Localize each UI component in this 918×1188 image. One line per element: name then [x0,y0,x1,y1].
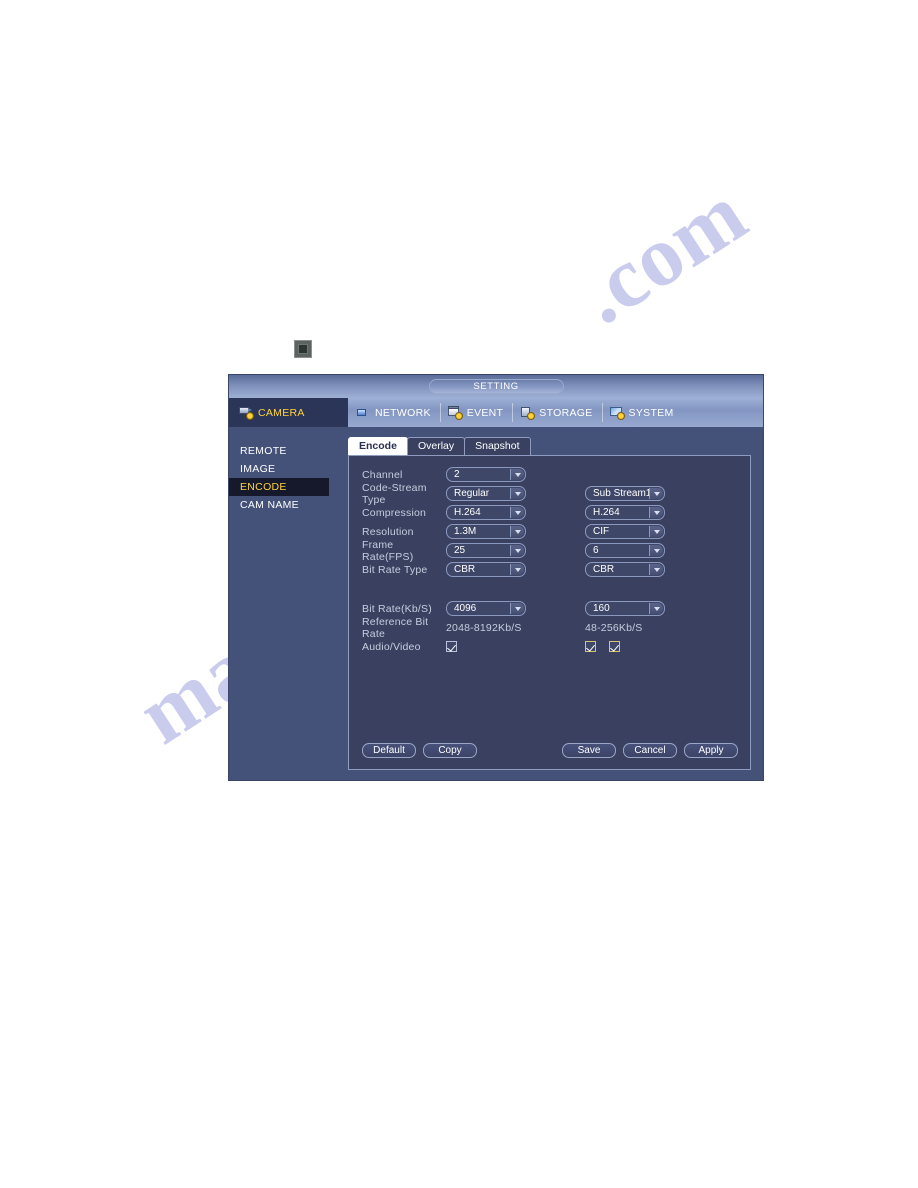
encode-panel: Channel 2 Code-Stream Type Regular Sub S… [348,455,751,770]
code-stream-type-label: Code-Stream Type [362,481,427,506]
default-button[interactable]: Default [362,743,416,758]
bit-rate-sub-select[interactable]: 160 [585,601,665,616]
resolution-sub-select[interactable]: CIF [585,524,665,539]
chevron-down-icon[interactable] [649,488,663,499]
code-stream-type-sub-select[interactable]: Sub Stream1 [585,486,665,501]
sidebar-item-remote[interactable]: REMOTE [229,442,329,460]
bit-rate-type-label: Bit Rate Type [362,563,428,576]
frame-rate-label: Frame Rate(FPS) [362,538,414,563]
compression-main-select[interactable]: H.264 [446,505,526,520]
sub-tab-strip: Encode Overlay Snapshot [348,437,753,455]
system-icon [609,406,625,420]
setting-dialog: SETTING CAMERA NETWORK EVENT STORAGE SYS… [229,375,763,780]
chevron-down-icon[interactable] [510,603,524,614]
chevron-down-icon[interactable] [510,488,524,499]
encode-form: Channel 2 Code-Stream Type Regular Sub S… [362,465,740,656]
reference-bit-rate-sub-value: 48-256Kb/S [585,621,643,634]
row-code-stream-type: Code-Stream Type Regular Sub Stream1 [362,481,740,506]
chevron-down-icon[interactable] [649,564,663,575]
bit-rate-sub-value: 160 [593,603,610,614]
chevron-down-icon[interactable] [649,545,663,556]
tab-system-label: SYSTEM [628,406,674,419]
bit-rate-type-main-select[interactable]: CBR [446,562,526,577]
tab-snapshot[interactable]: Snapshot [464,437,531,455]
camera-icon [239,406,254,420]
watermark-line-2: .com [561,164,763,343]
chevron-down-icon[interactable] [510,526,524,537]
tab-event-label: EVENT [466,406,504,419]
button-bar: Default Copy Save Cancel Apply [362,743,738,758]
bit-rate-main-select[interactable]: 4096 [446,601,526,616]
row-reference-bit-rate: Reference Bit Rate 2048-8192Kb/S 48-256K… [362,615,740,640]
chevron-down-icon[interactable] [649,603,663,614]
frame-rate-main-value: 25 [454,545,466,556]
tab-overlay[interactable]: Overlay [406,437,466,455]
channel-label: Channel [362,468,403,481]
audio-video-main-checkbox[interactable] [446,641,457,652]
tab-camera[interactable]: CAMERA [229,398,348,427]
tab-storage-label: STORAGE [539,406,593,419]
frame-rate-sub-value: 6 [593,545,599,556]
row-bit-rate-type: Bit Rate Type CBR CBR [362,560,740,579]
device-square-icon [294,340,312,358]
compression-main-value: H.264 [454,507,481,518]
tab-network-label: NETWORK [375,406,431,419]
network-icon [356,406,371,419]
bit-rate-type-sub-value: CBR [593,564,615,575]
channel-select[interactable]: 2 [446,467,526,482]
resolution-main-select[interactable]: 1.3M [446,524,526,539]
tab-encode[interactable]: Encode [348,437,408,455]
bit-rate-label: Bit Rate(Kb/S) [362,602,432,615]
code-stream-type-sub-value: Sub Stream1 [593,488,652,499]
audio-video-sub-checkbox-2[interactable] [609,641,620,652]
resolution-main-value: 1.3M [454,526,477,537]
sidebar-item-encode[interactable]: ENCODE [229,478,329,496]
reference-bit-rate-main-value: 2048-8192Kb/S [446,621,522,634]
form-spacer [362,579,740,599]
row-compression: Compression H.264 H.264 [362,503,740,522]
frame-rate-main-select[interactable]: 25 [446,543,526,558]
tab-camera-label: CAMERA [258,406,305,419]
tab-event[interactable]: EVENT [439,398,513,427]
chevron-down-icon[interactable] [510,469,524,480]
compression-sub-select[interactable]: H.264 [585,505,665,520]
bit-rate-main-value: 4096 [454,603,477,614]
copy-button[interactable]: Copy [423,743,477,758]
audio-video-label: Audio/Video [362,640,421,653]
compression-sub-value: H.264 [593,507,620,518]
chevron-down-icon[interactable] [510,507,524,518]
dialog-titlebar: SETTING [229,375,763,398]
compression-label: Compression [362,506,427,519]
chevron-down-icon[interactable] [649,507,663,518]
row-audio-video: Audio/Video [362,637,740,656]
content-area: Encode Overlay Snapshot Channel 2 Code-S… [329,427,763,780]
row-frame-rate: Frame Rate(FPS) 25 6 [362,538,740,563]
bit-rate-type-main-value: CBR [454,564,476,575]
chevron-down-icon[interactable] [510,564,524,575]
storage-icon [520,406,536,420]
chevron-down-icon[interactable] [510,545,524,556]
tab-system[interactable]: SYSTEM [601,398,683,427]
cancel-button[interactable]: Cancel [623,743,677,758]
bit-rate-type-sub-select[interactable]: CBR [585,562,665,577]
sidebar: REMOTE IMAGE ENCODE CAM NAME [229,427,329,780]
resolution-label: Resolution [362,525,414,538]
chevron-down-icon[interactable] [649,526,663,537]
reference-bit-rate-label: Reference Bit Rate [362,615,429,640]
save-button[interactable]: Save [562,743,616,758]
channel-value: 2 [454,469,460,480]
frame-rate-sub-select[interactable]: 6 [585,543,665,558]
tab-storage[interactable]: STORAGE [512,398,601,427]
tab-network[interactable]: NETWORK [348,398,440,427]
audio-video-sub-checkbox-1[interactable] [585,641,596,652]
code-stream-type-main-value: Regular [454,488,490,499]
resolution-sub-value: CIF [593,526,610,537]
page-title: SETTING [428,379,564,394]
sidebar-item-cam-name[interactable]: CAM NAME [229,496,329,514]
sidebar-item-image[interactable]: IMAGE [229,460,329,478]
apply-button[interactable]: Apply [684,743,738,758]
code-stream-type-main-select[interactable]: Regular [446,486,526,501]
event-icon [447,406,463,420]
main-nav: CAMERA NETWORK EVENT STORAGE SYSTEM [229,398,763,427]
